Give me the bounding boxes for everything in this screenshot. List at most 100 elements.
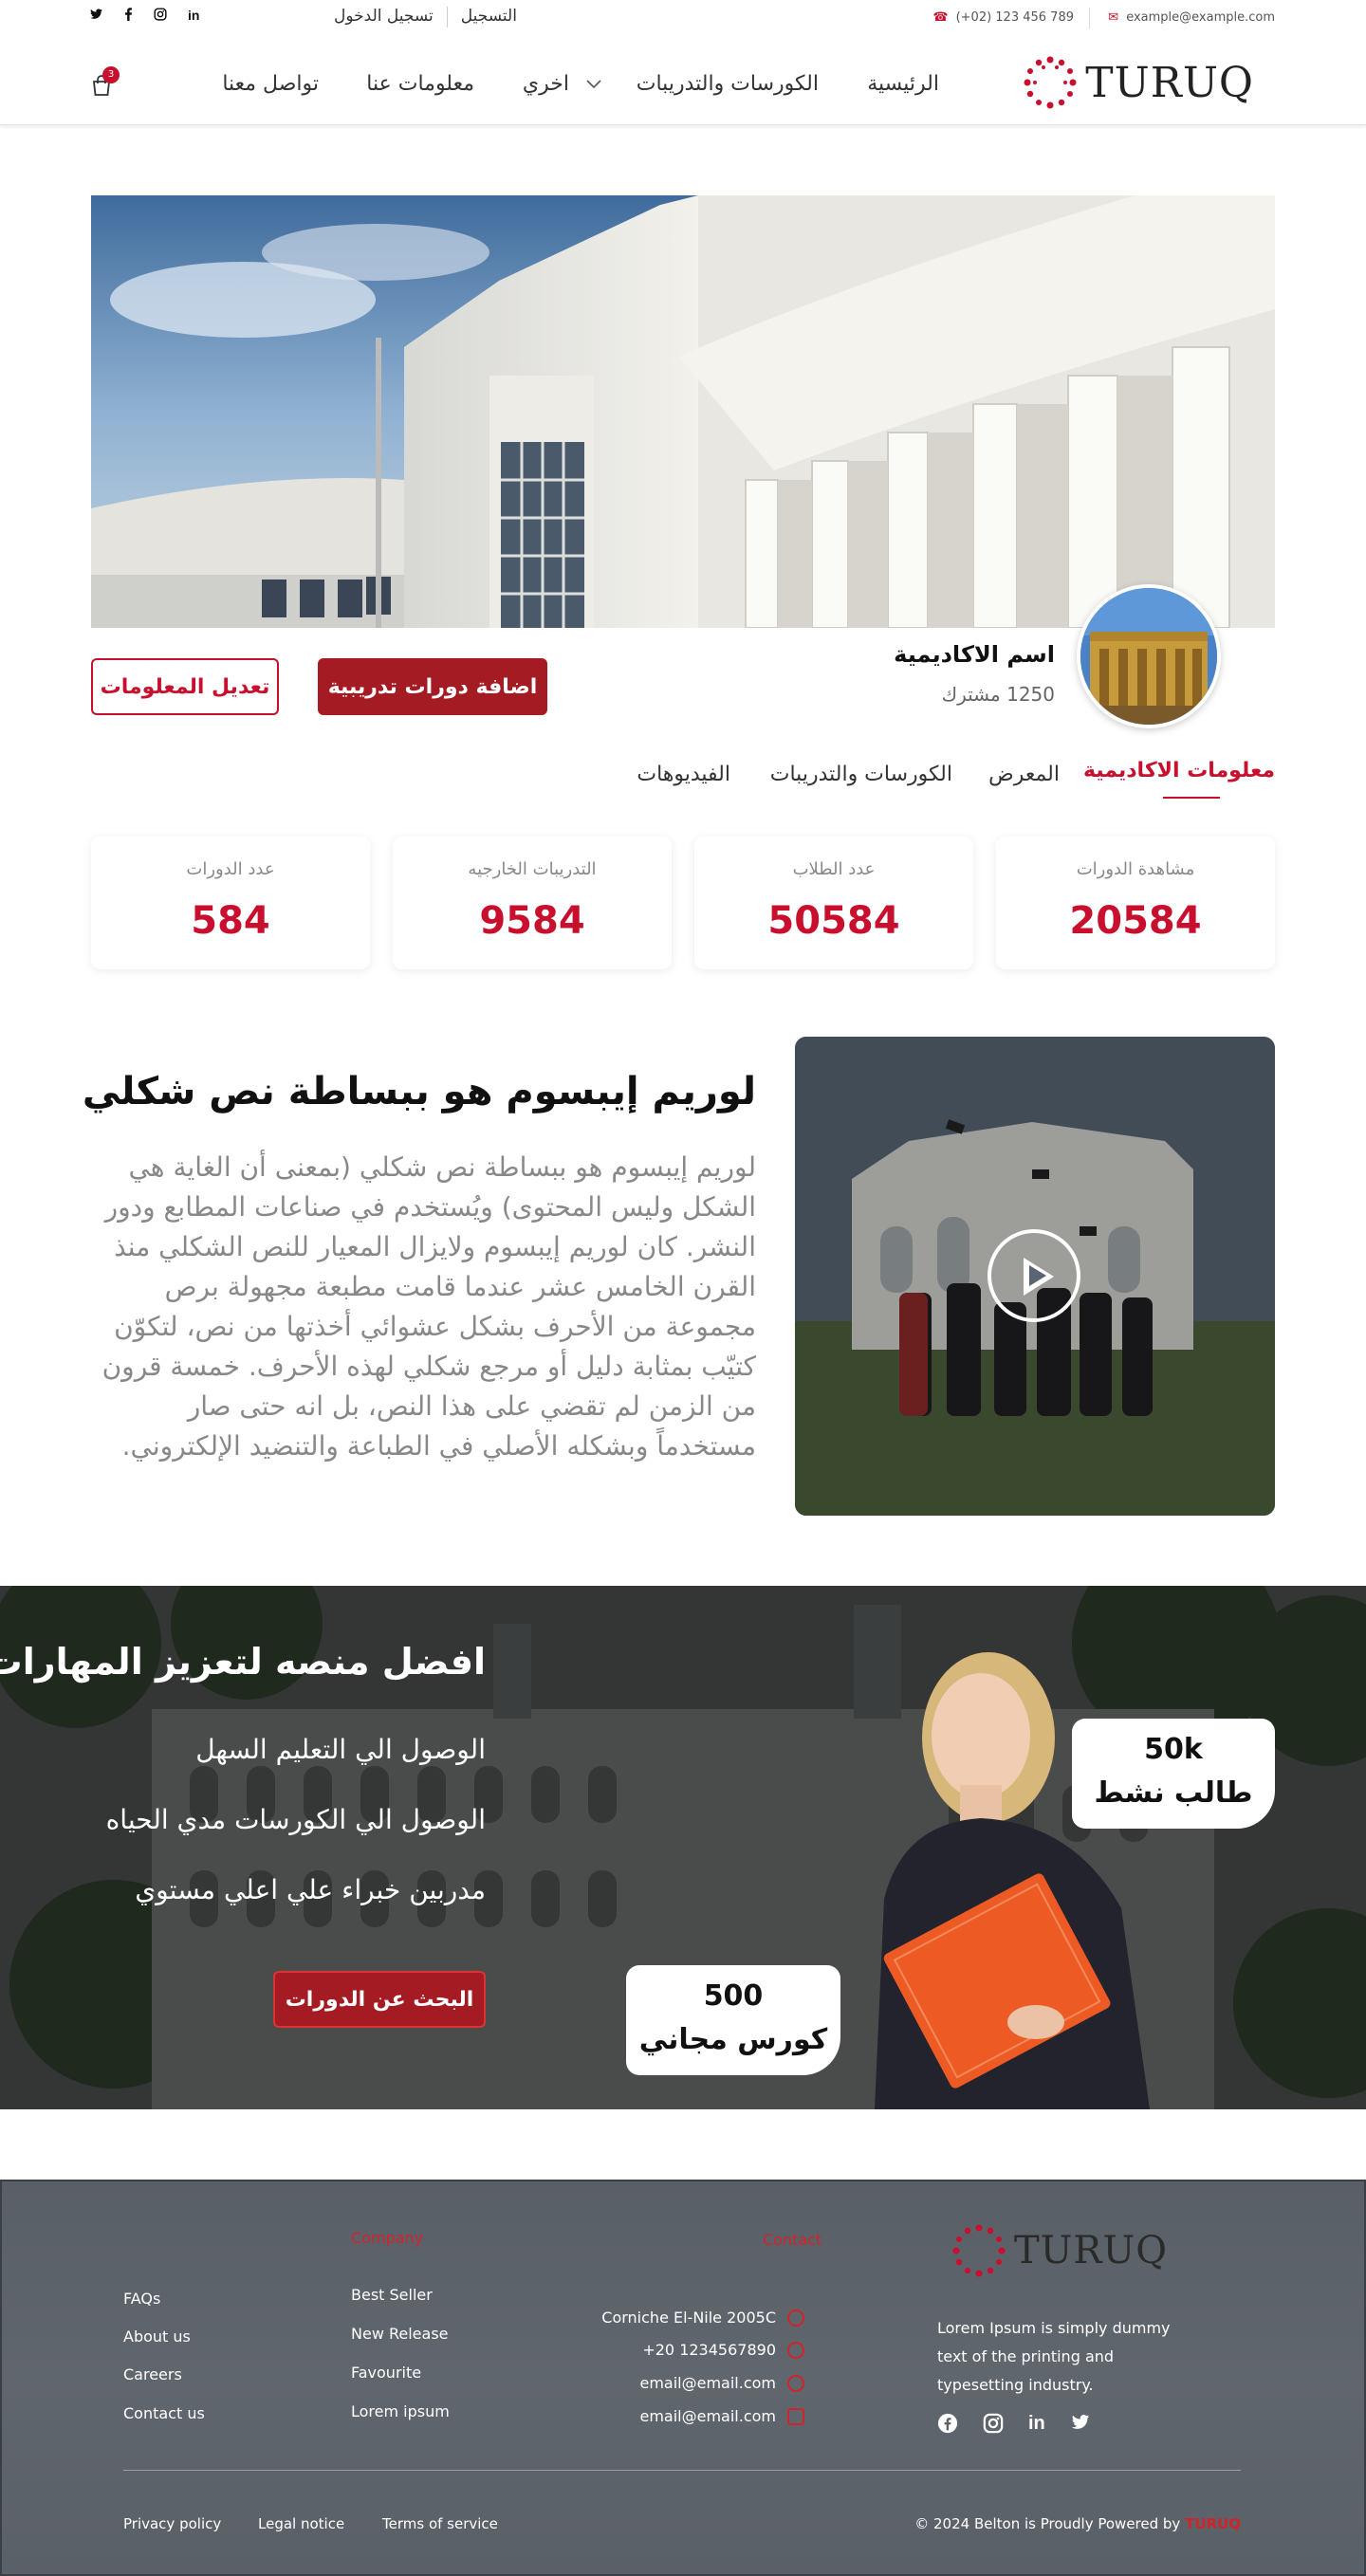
- auth-links: تسجيل الدخول التسجيل: [334, 7, 517, 28]
- tab-gallery[interactable]: المعرض: [988, 763, 1060, 786]
- footer-link[interactable]: FAQs: [123, 2290, 160, 2308]
- topbar-phone-text: (+02) 123 456 789: [955, 10, 1074, 25]
- footer-link[interactable]: Best Seller: [351, 2286, 433, 2304]
- stat-card: مشاهدة الدورات 20584: [996, 837, 1275, 969]
- footer-link[interactable]: Favourite: [351, 2364, 421, 2382]
- instagram-icon[interactable]: [983, 2413, 1004, 2438]
- mail-icon: [787, 2374, 804, 2392]
- academy-logo-image: [1080, 588, 1217, 725]
- powered-by-brand[interactable]: TURUQ: [1185, 2515, 1241, 2532]
- cart-count-badge: 3: [102, 66, 120, 83]
- stat-card: عدد الطلاب 50584: [694, 837, 973, 969]
- logo-mark-icon: [952, 2224, 1006, 2277]
- active-tab-indicator: [1163, 797, 1220, 799]
- footer-link[interactable]: Contact us: [123, 2404, 205, 2422]
- chevron-down-icon: [586, 79, 601, 88]
- nav-item-more-label: اخري: [522, 72, 569, 96]
- top-bar: ✉ example@example.com ☎ (+02) 123 456 78…: [0, 0, 1366, 38]
- nav-item-about[interactable]: معلومات عنا: [366, 72, 474, 96]
- logo-text: TURUQ: [1014, 2229, 1169, 2272]
- topbar-divider: [1089, 8, 1090, 28]
- linkedin-icon[interactable]: in: [1028, 2413, 1045, 2438]
- footer-contact-heading: Contact: [763, 2231, 822, 2249]
- academy-subscribers: 1250 مشترك: [941, 683, 1055, 706]
- main-nav: TURUQ الرئيسية الكورسات والتدريبات اخري …: [0, 38, 1366, 125]
- about-title: لوريم إيبسوم هو ببساطة نص شكلي: [82, 1070, 756, 1113]
- instagram-icon[interactable]: [154, 8, 167, 25]
- footer-email[interactable]: email@email.com: [639, 2374, 804, 2392]
- topbar-email[interactable]: ✉ example@example.com: [1108, 10, 1275, 25]
- location-icon: [787, 2309, 804, 2327]
- stat-value: 9584: [479, 899, 585, 943]
- edit-info-button[interactable]: تعديل المعلومات: [91, 658, 279, 715]
- facebook-icon[interactable]: [937, 2413, 958, 2438]
- nav-menu: الرئيسية الكورسات والتدريبات اخري معلوما…: [0, 38, 1366, 125]
- footer-social: in: [937, 2413, 1091, 2438]
- footer-address-text: Corniche El-Nile 2005C: [601, 2309, 776, 2327]
- tab-courses[interactable]: الكورسات والتدريبات: [770, 763, 952, 786]
- footer-logo[interactable]: TURUQ: [951, 2223, 1168, 2278]
- topbar-email-text: example@example.com: [1126, 10, 1275, 25]
- tab-academy-info[interactable]: معلومات الاكاديمية: [1083, 759, 1275, 782]
- promo-feature: الوصول الي التعليم السهل: [195, 1734, 486, 1765]
- privacy-policy-link[interactable]: Privacy policy: [123, 2515, 221, 2532]
- active-students-badge: 50k طالب نشط: [1072, 1719, 1275, 1829]
- footer-company-heading: Company: [351, 2229, 424, 2247]
- footer-phone-text: +20 1234567890: [642, 2341, 776, 2359]
- legal-notice-link[interactable]: Legal notice: [258, 2515, 344, 2532]
- stats-row: مشاهدة الدورات 20584 عدد الطلاب 50584 ال…: [91, 837, 1275, 969]
- stat-value: 584: [191, 899, 270, 943]
- promo-title: افضل منصه لتعزيز المهارات: [0, 1641, 486, 1683]
- stat-card: التدريبات الخارجيه 9584: [393, 837, 672, 969]
- badge-label: طالب نشط: [1094, 1776, 1253, 1810]
- stat-value: 50584: [767, 899, 900, 943]
- login-link[interactable]: تسجيل الدخول: [334, 7, 434, 28]
- academy-avatar[interactable]: [1077, 584, 1221, 728]
- stat-label: التدريبات الخارجيه: [468, 859, 597, 879]
- search-courses-button[interactable]: البحث عن الدورات: [273, 1971, 486, 2028]
- badge-number: 50k: [1144, 1733, 1203, 1766]
- stat-label: عدد الدورات: [186, 859, 275, 879]
- badge-number: 500: [703, 1979, 764, 2013]
- footer-phone[interactable]: +20 1234567890: [642, 2341, 804, 2359]
- page: ✉ example@example.com ☎ (+02) 123 456 78…: [0, 0, 1366, 2576]
- play-icon[interactable]: [988, 1229, 1080, 1322]
- cart-button[interactable]: 3: [91, 66, 120, 99]
- footer-link[interactable]: Lorem ipsum: [351, 2402, 450, 2420]
- footer-address: Corniche El-Nile 2005C: [601, 2309, 804, 2327]
- nav-item-home[interactable]: الرئيسية: [867, 72, 939, 96]
- academy-tabs: معلومات الاكاديمية المعرض الكورسات والتد…: [0, 759, 1366, 806]
- footer-description: Lorem Ipsum is simply dummy text of the …: [937, 2319, 1171, 2394]
- copyright-text: © 2024 Belton is Proudly Powered by: [914, 2515, 1181, 2532]
- nav-item-contact[interactable]: تواصل معنا: [222, 72, 319, 96]
- facebook-icon[interactable]: [124, 8, 133, 25]
- tab-videos[interactable]: الفيديوهات: [637, 763, 730, 786]
- academy-name: اسم الاكاديمية: [894, 641, 1055, 668]
- footer-email-text: email@email.com: [639, 2374, 776, 2392]
- footer-link[interactable]: New Release: [351, 2325, 449, 2343]
- promo-feature: مدربين خبراء علي اعلي مستوي: [135, 1874, 486, 1905]
- linkedin-icon[interactable]: in: [188, 8, 199, 25]
- about-text: لوريم إيبسوم هو ببساطة نص شكلي (بمعنى أن…: [102, 1151, 756, 1462]
- footer-email-text: email@email.com: [639, 2407, 776, 2425]
- video-player[interactable]: [795, 1037, 1275, 1516]
- footer-email-2[interactable]: email@email.com: [639, 2407, 804, 2425]
- twitter-icon[interactable]: [89, 8, 103, 25]
- nav-item-more[interactable]: اخري: [523, 72, 601, 96]
- building-illustration: [91, 195, 1275, 628]
- auth-divider: [446, 7, 448, 28]
- twitter-icon[interactable]: [1070, 2413, 1091, 2438]
- topbar-social: in: [89, 8, 199, 25]
- phone-icon: [787, 2341, 804, 2359]
- footer-link[interactable]: Careers: [123, 2365, 182, 2383]
- nav-item-courses[interactable]: الكورسات والتدريبات: [637, 72, 819, 96]
- copyright: © 2024 Belton is Proudly Powered by TURU…: [914, 2515, 1241, 2532]
- stat-label: عدد الطلاب: [792, 859, 876, 879]
- promo-feature: الوصول الي الكورسات مدي الحياه: [105, 1804, 486, 1835]
- register-link[interactable]: التسجيل: [461, 7, 517, 28]
- footer-link[interactable]: About us: [123, 2328, 191, 2346]
- terms-link[interactable]: Terms of service: [382, 2515, 498, 2532]
- topbar-phone[interactable]: ☎ (+02) 123 456 789: [932, 10, 1074, 25]
- add-courses-button[interactable]: اضافة دورات تدريبية: [318, 658, 547, 715]
- free-courses-badge: 500 كورس مجاني: [626, 1965, 840, 2075]
